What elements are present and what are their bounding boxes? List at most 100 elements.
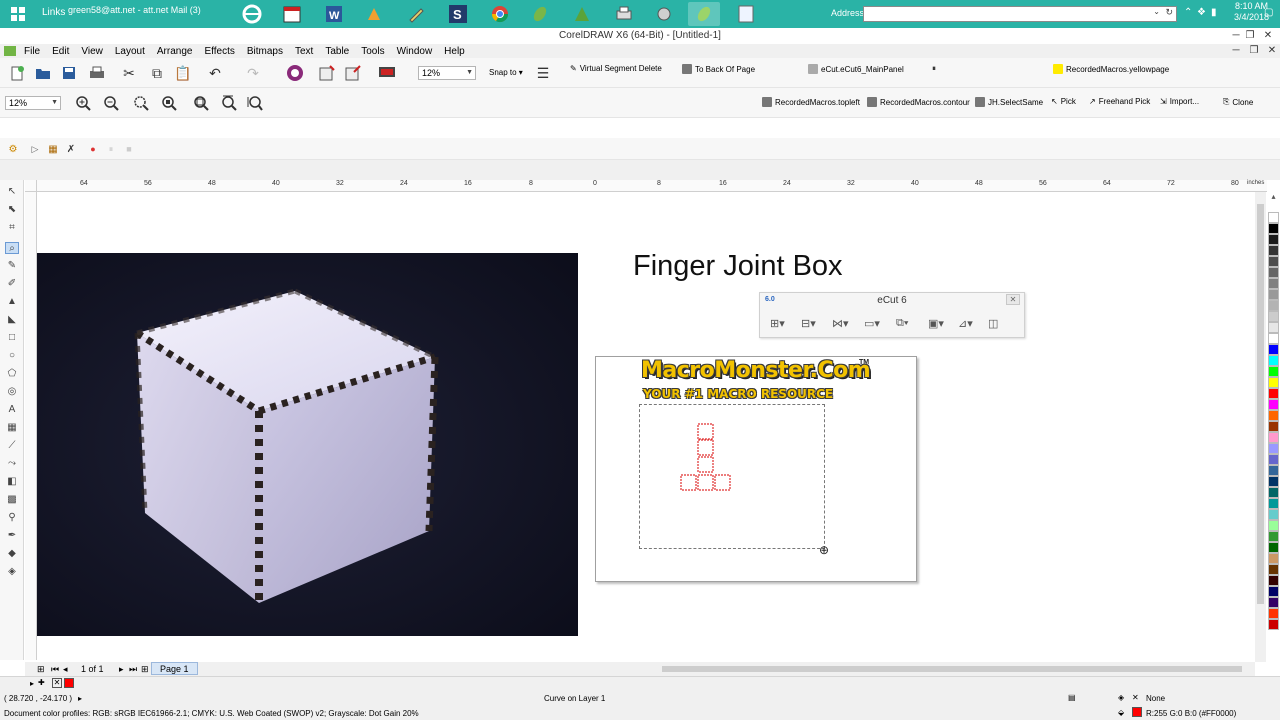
paint-app-icon[interactable] <box>358 2 390 26</box>
menu-file[interactable]: File <box>24 46 40 57</box>
menu-table[interactable]: Table <box>325 46 349 57</box>
notification-icon[interactable]: ▢ <box>1264 7 1273 18</box>
paste-icon[interactable]: 📋 <box>172 62 194 84</box>
coreldraw-app-icon[interactable] <box>688 2 720 26</box>
macro-debug-icon[interactable]: ✗ <box>60 138 82 160</box>
copy-icon[interactable]: ⧉ <box>146 62 168 84</box>
blend-tool-icon[interactable]: ◧ <box>5 476 19 488</box>
page-1-tab[interactable]: Page 1 <box>151 662 198 675</box>
word-app-icon[interactable]: W <box>318 2 350 26</box>
windows-start-icon[interactable] <box>0 0 36 28</box>
ecut-tool-1-icon[interactable]: ⊞▾ <box>770 317 785 330</box>
snap-to-dropdown[interactable]: Snap to ▾ <box>489 68 523 77</box>
network-tray-icon[interactable]: ▮ <box>1211 7 1217 18</box>
palette-swatch[interactable] <box>1268 410 1279 421</box>
doc-close-icon[interactable]: ✕ <box>1262 44 1280 58</box>
save-icon[interactable] <box>58 62 80 84</box>
palette-swatch[interactable] <box>1268 399 1279 410</box>
palette-swatch[interactable] <box>1268 520 1279 531</box>
no-outline-swatch-icon[interactable]: ✕ <box>52 678 62 688</box>
palette-swatch[interactable] <box>1268 509 1279 520</box>
document-title-text[interactable]: Finger Joint Box <box>633 250 843 283</box>
status-pick-icon[interactable]: ✚ <box>38 678 45 687</box>
smart-drawing-tool-icon[interactable]: ◣ <box>5 314 19 326</box>
rectangle-tool-icon[interactable]: □ <box>5 332 19 344</box>
fill-color-swatch[interactable] <box>1132 707 1142 717</box>
palette-swatch[interactable] <box>1268 322 1279 333</box>
table-tool-icon[interactable]: ▦ <box>5 422 19 434</box>
polygon-tool-icon[interactable]: ⬠ <box>5 368 19 380</box>
menu-text[interactable]: Text <box>295 46 313 57</box>
palette-swatch[interactable] <box>1268 608 1279 619</box>
yellowpage-macro-button[interactable]: RecordedMacros.yellowpage <box>1053 64 1169 74</box>
macro-import-button[interactable]: ⇲ Import... <box>1160 97 1199 106</box>
ecut-tool-4-icon[interactable]: ▭▾ <box>864 317 880 330</box>
palette-swatch[interactable] <box>1268 564 1279 575</box>
fill-tool-icon[interactable]: ◆ <box>5 548 19 560</box>
outline-pen-tool-icon[interactable]: ✒ <box>5 530 19 542</box>
to-back-of-page-button[interactable]: To Back Of Page <box>682 64 755 74</box>
horizontal-scrollbar-thumb[interactable] <box>662 666 1242 672</box>
ie-browser-icon[interactable] <box>236 2 268 26</box>
joint-square[interactable] <box>697 474 714 491</box>
stop-recording-icon[interactable]: ■ <box>118 138 140 160</box>
s-app-icon[interactable]: S <box>442 2 474 26</box>
zoom-level-combo[interactable]: 12% ▼ <box>418 66 476 80</box>
corel-app-icon[interactable] <box>4 46 16 56</box>
zoom-in-icon[interactable] <box>72 92 94 114</box>
palette-swatch[interactable] <box>1268 311 1279 322</box>
tools-app-icon[interactable] <box>648 2 680 26</box>
menu-bitmaps[interactable]: Bitmaps <box>247 46 283 57</box>
joint-square[interactable] <box>697 439 714 456</box>
palette-swatch[interactable] <box>1268 223 1279 234</box>
address-bar-input[interactable]: ⌄ ↻ <box>863 6 1177 22</box>
next-page-icon[interactable]: ▸ <box>119 664 124 675</box>
corel-leaf-app-icon[interactable] <box>524 2 556 26</box>
doc-minimize-icon[interactable]: ─ <box>1226 44 1246 58</box>
menu-help[interactable]: Help <box>444 46 465 57</box>
notepad-app-icon[interactable] <box>730 2 762 26</box>
options-icon[interactable]: ☰ <box>532 62 554 84</box>
dimension-tool-icon[interactable]: ⟋ <box>5 440 19 452</box>
zoom-out-icon[interactable] <box>100 92 122 114</box>
palette-swatch[interactable] <box>1268 421 1279 432</box>
dropbox-tray-icon[interactable]: ❖ <box>1197 7 1206 18</box>
palette-swatch[interactable] <box>1268 245 1279 256</box>
status-arrow-icon[interactable]: ▸ <box>30 679 34 688</box>
palette-swatch[interactable] <box>1268 388 1279 399</box>
fill-swatch-red[interactable] <box>64 678 74 688</box>
doc-restore-icon[interactable]: ❐ <box>1244 44 1264 58</box>
search-content-icon[interactable] <box>284 62 306 84</box>
palette-swatch[interactable] <box>1268 619 1279 630</box>
redo-icon[interactable]: ↷ <box>242 62 264 84</box>
freehand-tool-icon[interactable]: ✎ <box>5 260 19 272</box>
palette-swatch[interactable] <box>1268 366 1279 377</box>
palette-swatch[interactable] <box>1268 454 1279 465</box>
coordinates-expand-icon[interactable]: ▸ <box>78 694 82 703</box>
palette-swatch[interactable] <box>1268 531 1279 542</box>
tray-chevron-icon[interactable]: ⌃ <box>1184 7 1192 18</box>
first-page-icon[interactable]: ⏮ <box>51 664 59 675</box>
palette-swatch[interactable] <box>1268 289 1279 300</box>
palette-swatch[interactable] <box>1268 278 1279 289</box>
ecut-tool-7-icon[interactable]: ⊿▾ <box>958 317 973 330</box>
macro-pick-button[interactable]: ↖ Pick <box>1051 97 1076 106</box>
palette-swatch[interactable] <box>1268 377 1279 388</box>
eyedropper-tool-icon[interactable]: ⚲ <box>5 512 19 524</box>
menu-edit[interactable]: Edit <box>52 46 69 57</box>
zoom-to-page-height-icon[interactable] <box>244 92 266 114</box>
cut-icon[interactable]: ✂ <box>118 62 140 84</box>
palette-swatch[interactable] <box>1268 476 1279 487</box>
import-icon[interactable] <box>316 62 338 84</box>
virtual-segment-delete-button[interactable]: ✎ Virtual Segment Delete <box>570 64 662 73</box>
macromonster-logo-text[interactable]: MacroMonster.Com <box>641 358 871 383</box>
close-icon[interactable]: ✕ <box>1258 28 1278 44</box>
palette-swatch[interactable] <box>1268 333 1279 344</box>
undo-icon[interactable]: ↶ <box>204 62 226 84</box>
transparency-tool-icon[interactable]: ▩ <box>5 494 19 506</box>
previous-page-icon[interactable]: ◂ <box>63 664 68 675</box>
joint-square[interactable] <box>697 456 714 473</box>
last-page-icon[interactable]: ⏭ <box>129 664 137 675</box>
finger-joint-box-photo[interactable] <box>37 253 578 636</box>
vertical-scrollbar[interactable] <box>1255 192 1266 662</box>
